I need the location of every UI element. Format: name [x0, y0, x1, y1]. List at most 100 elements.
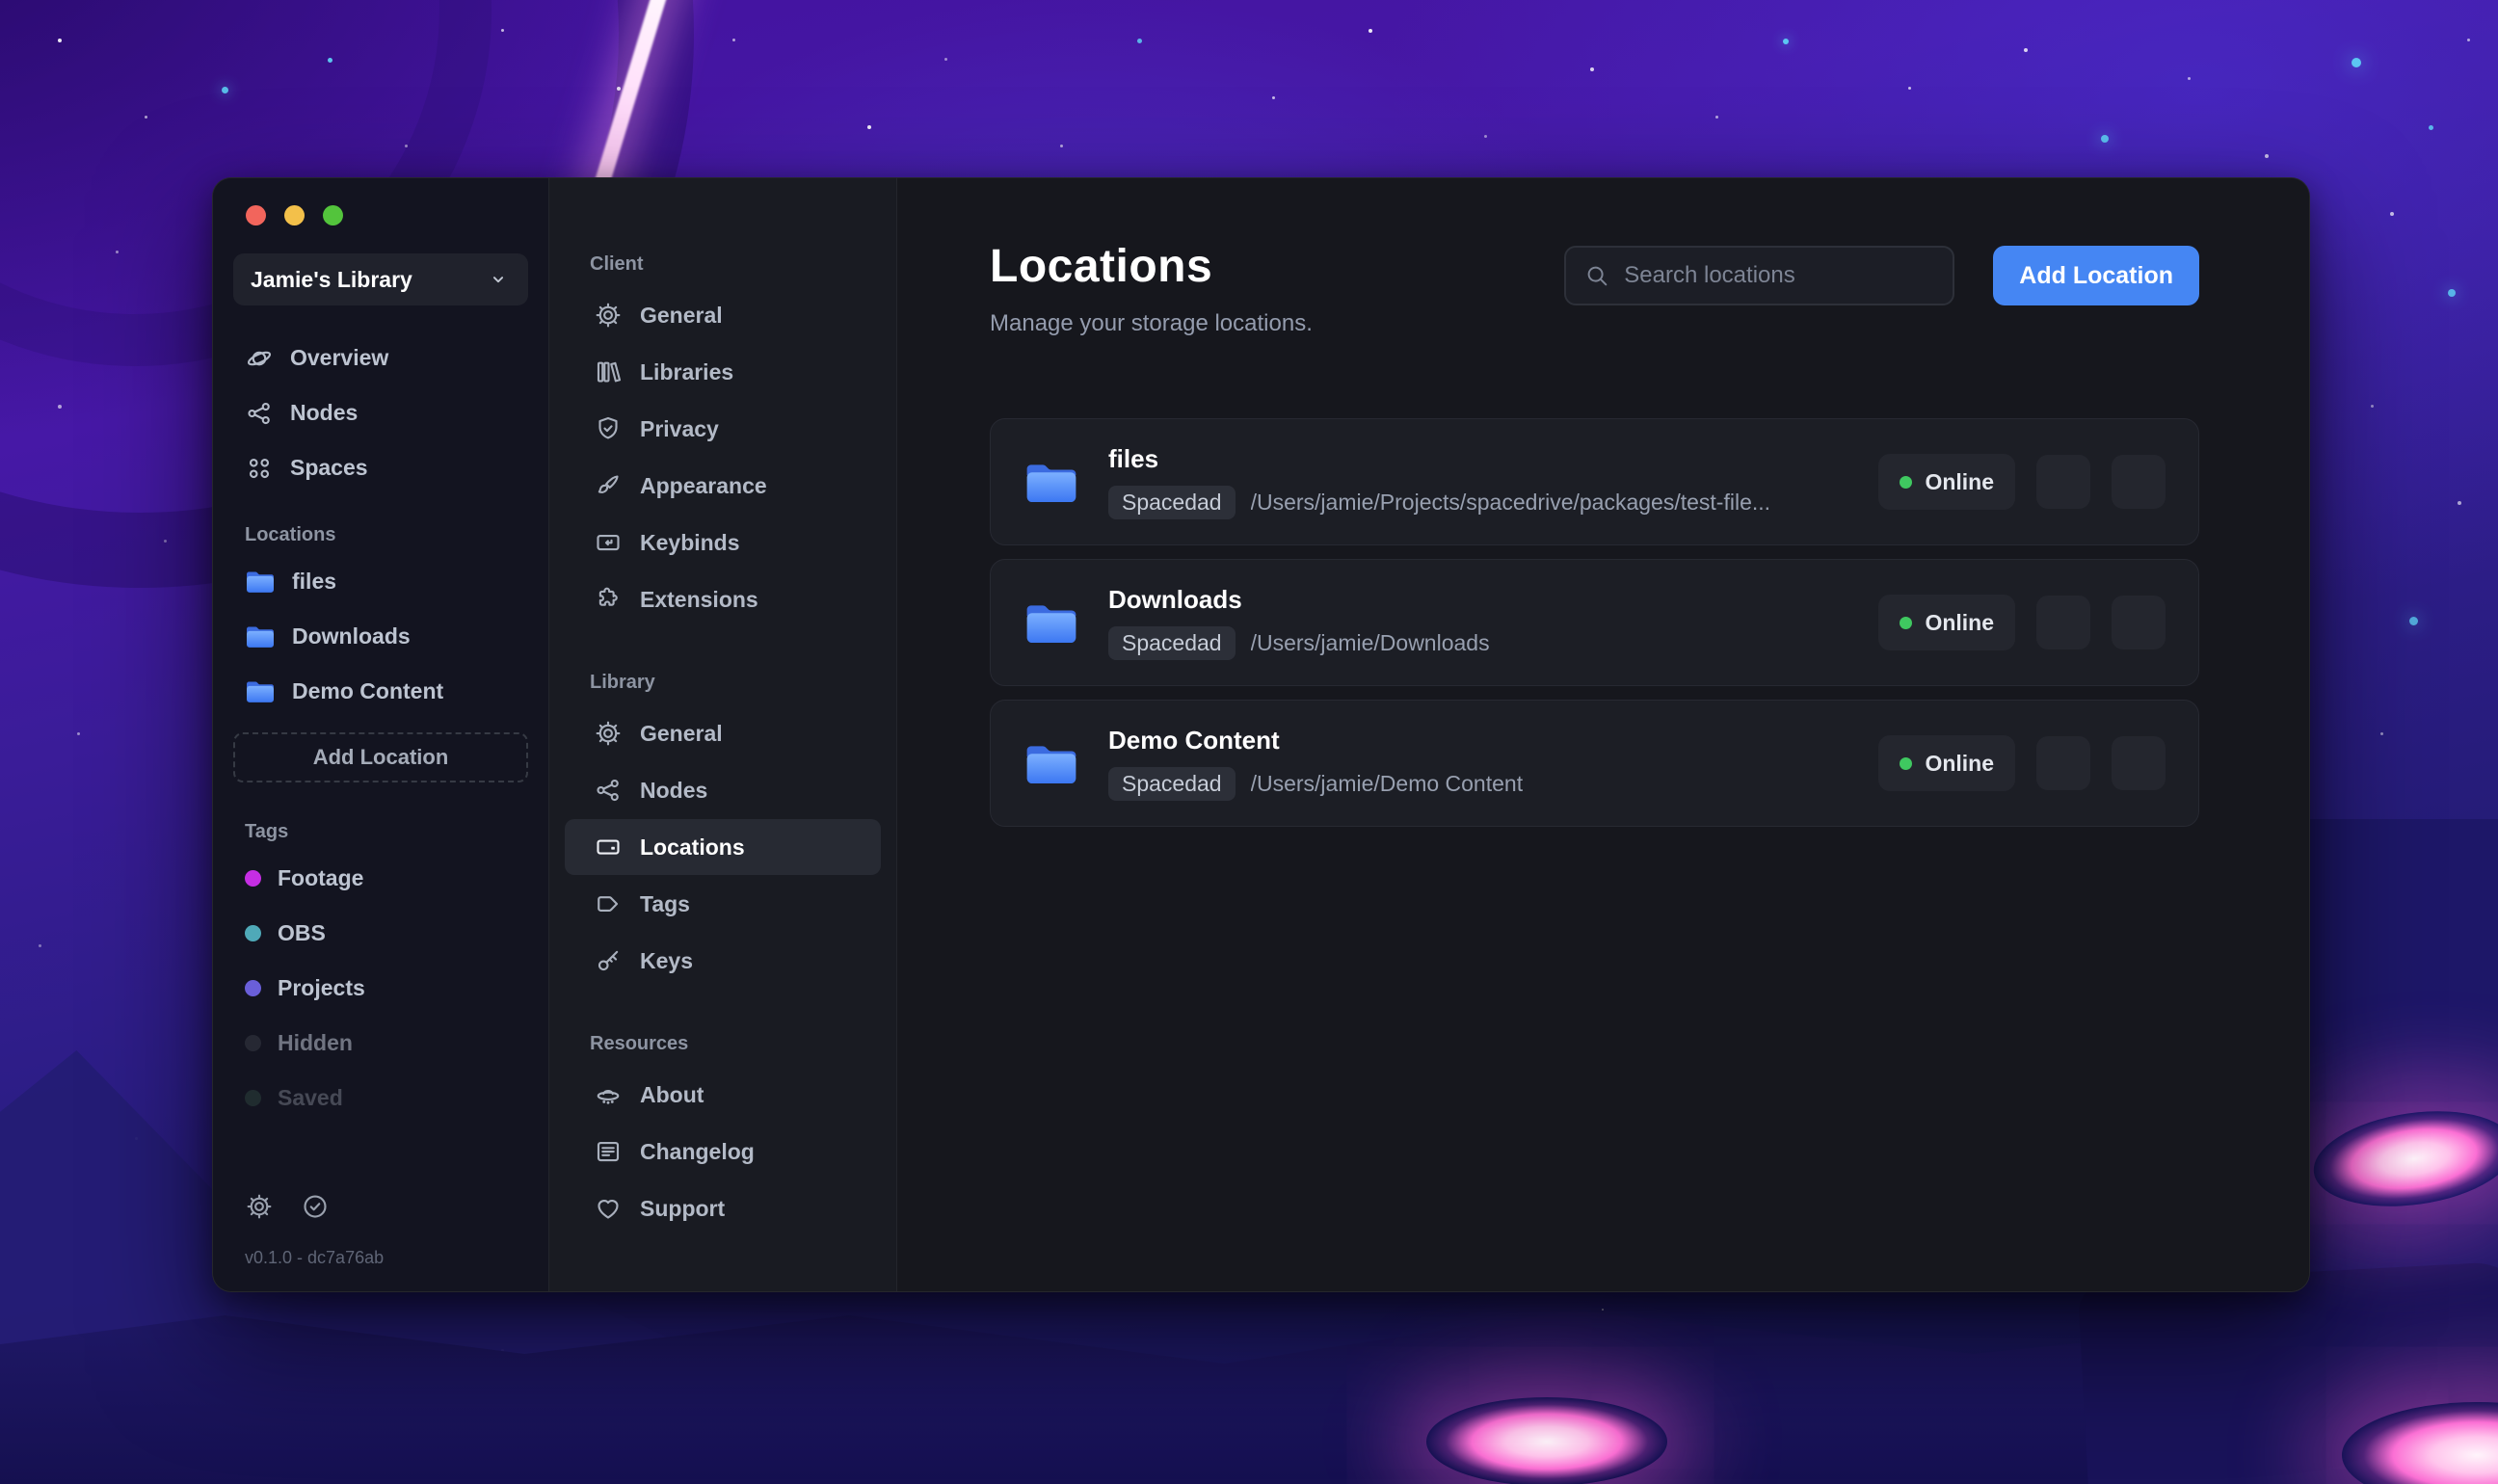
settings-nav-resources-changelog[interactable]: Changelog — [565, 1124, 881, 1179]
settings-nav-library-tags[interactable]: Tags — [565, 876, 881, 932]
nodes-icon — [594, 776, 623, 805]
heart-icon — [594, 1194, 623, 1223]
star — [944, 58, 947, 61]
tag-color-dot — [245, 870, 261, 887]
tag-label: OBS — [278, 920, 326, 945]
trash-icon — [2049, 467, 2078, 496]
star — [2448, 289, 2456, 297]
sidebar-tags-header: Tags — [245, 821, 289, 842]
sidebar-tag-obs[interactable]: OBS — [233, 906, 528, 961]
zoom-window-button[interactable] — [323, 205, 343, 225]
settings-nav-resources-support[interactable]: Support — [565, 1180, 881, 1236]
star — [1272, 96, 1275, 99]
glow-pool — [1426, 1397, 1667, 1484]
sidebar-add-location-button[interactable]: Add Location — [233, 732, 528, 782]
location-name: files — [1108, 444, 1159, 473]
sidebar-item-spaces[interactable]: Spaces — [233, 440, 528, 495]
delete-location-button[interactable] — [2036, 455, 2090, 509]
tag-label: Hidden — [278, 1030, 353, 1055]
app-version-label: v0.1.0 - dc7a76ab — [245, 1248, 385, 1267]
settings-nav-client-appearance[interactable]: Appearance — [565, 458, 881, 514]
settings-nav-label: Support — [640, 1195, 726, 1221]
status-badge: Online — [1878, 454, 2015, 510]
add-location-button[interactable]: Add Location — [1993, 246, 2199, 305]
library-switcher[interactable]: Jamie's Library — [233, 253, 528, 305]
settings-nav-resources-about[interactable]: About — [565, 1067, 881, 1123]
gear-icon — [594, 301, 623, 330]
star — [116, 251, 119, 253]
star — [2371, 405, 2374, 408]
sidebar-item-label: Overview — [290, 345, 389, 370]
settings-nav-client-extensions[interactable]: Extensions — [565, 571, 881, 627]
settings-nav-label: General — [640, 302, 723, 328]
sidebar-locations-header: Locations — [245, 524, 336, 545]
settings-nav-client-general[interactable]: General — [565, 287, 881, 343]
sidebar-location-demo-content[interactable]: Demo Content — [233, 664, 528, 719]
tag-color-dot — [245, 925, 261, 941]
folder-icon — [245, 678, 276, 704]
node-badge: Spacedad — [1108, 626, 1236, 660]
star — [617, 87, 621, 91]
sidebar-item-label: Spaces — [290, 455, 368, 480]
close-window-button[interactable] — [246, 205, 266, 225]
settings-nav-library-keys[interactable]: Keys — [565, 933, 881, 989]
check-circle-icon[interactable] — [301, 1192, 330, 1221]
sync-icon — [2124, 467, 2153, 496]
delete-location-button[interactable] — [2036, 596, 2090, 649]
online-dot — [1900, 756, 1913, 770]
page-subtitle: Manage your storage locations. — [990, 310, 1313, 336]
rescan-location-button[interactable] — [2112, 455, 2166, 509]
sidebar-tag-saved[interactable]: Saved — [233, 1071, 528, 1126]
puzzle-icon — [594, 585, 623, 614]
settings-nav-label: Tags — [640, 890, 690, 916]
settings-gear-icon[interactable] — [245, 1192, 274, 1221]
settings-nav-library-locations[interactable]: Locations — [565, 819, 881, 875]
star — [1484, 135, 1487, 138]
changelog-icon — [594, 1137, 623, 1166]
online-dot — [1900, 475, 1913, 489]
star — [2467, 39, 2470, 41]
page-title: Locations — [990, 241, 1213, 292]
status-text: Online — [1925, 609, 1994, 635]
settings-section-client: Client — [590, 253, 644, 275]
sidebar-locations-list: files Downloads Demo Content — [233, 554, 528, 719]
sidebar-item-nodes[interactable]: Nodes — [233, 385, 528, 440]
sidebar-location-files[interactable]: files — [233, 554, 528, 609]
sync-icon — [2124, 608, 2153, 637]
settings-nav-client-privacy[interactable]: Privacy — [565, 401, 881, 457]
sidebar-item-overview[interactable]: Overview — [233, 331, 528, 385]
settings-nav-client-libraries[interactable]: Libraries — [565, 344, 881, 400]
rescan-location-button[interactable] — [2112, 736, 2166, 790]
settings-nav-library-general[interactable]: General — [565, 705, 881, 761]
settings-nav-label: Nodes — [640, 777, 708, 803]
star — [222, 87, 228, 93]
settings-nav-client-keybinds[interactable]: Keybinds — [565, 515, 881, 570]
settings-nav-label: Changelog — [640, 1138, 755, 1164]
sidebar-item-label: Demo Content — [292, 678, 444, 703]
search-input[interactable] — [1624, 262, 1936, 289]
rescan-location-button[interactable] — [2112, 596, 2166, 649]
delete-location-button[interactable] — [2036, 736, 2090, 790]
star — [1369, 29, 1372, 33]
star — [2458, 501, 2461, 505]
sidebar-tag-projects[interactable]: Projects — [233, 961, 528, 1016]
star — [1137, 39, 1142, 43]
location-row: files Spacedad /Users/jamie/Projects/spa… — [990, 418, 2199, 545]
star — [58, 405, 62, 409]
settings-nav-library-nodes[interactable]: Nodes — [565, 762, 881, 818]
status-text: Online — [1925, 750, 1994, 776]
sidebar-location-downloads[interactable]: Downloads — [233, 609, 528, 664]
location-row: Demo Content Spacedad /Users/jamie/Demo … — [990, 700, 2199, 827]
star — [1602, 1309, 1604, 1311]
star — [39, 944, 41, 947]
sidebar-tag-hidden[interactable]: Hidden — [233, 1016, 528, 1071]
sidebar-tags-list: Footage OBS Projects Hidden Saved — [233, 851, 528, 1126]
minimize-window-button[interactable] — [284, 205, 305, 225]
settings-nav-label: General — [640, 720, 723, 746]
folder-icon — [245, 569, 276, 595]
sidebar-footer: v0.1.0 - dc7a76ab — [245, 1192, 384, 1268]
star — [1060, 145, 1063, 147]
search-locations-field — [1564, 246, 1955, 305]
sidebar-tag-footage[interactable]: Footage — [233, 851, 528, 906]
star — [2390, 212, 2394, 216]
